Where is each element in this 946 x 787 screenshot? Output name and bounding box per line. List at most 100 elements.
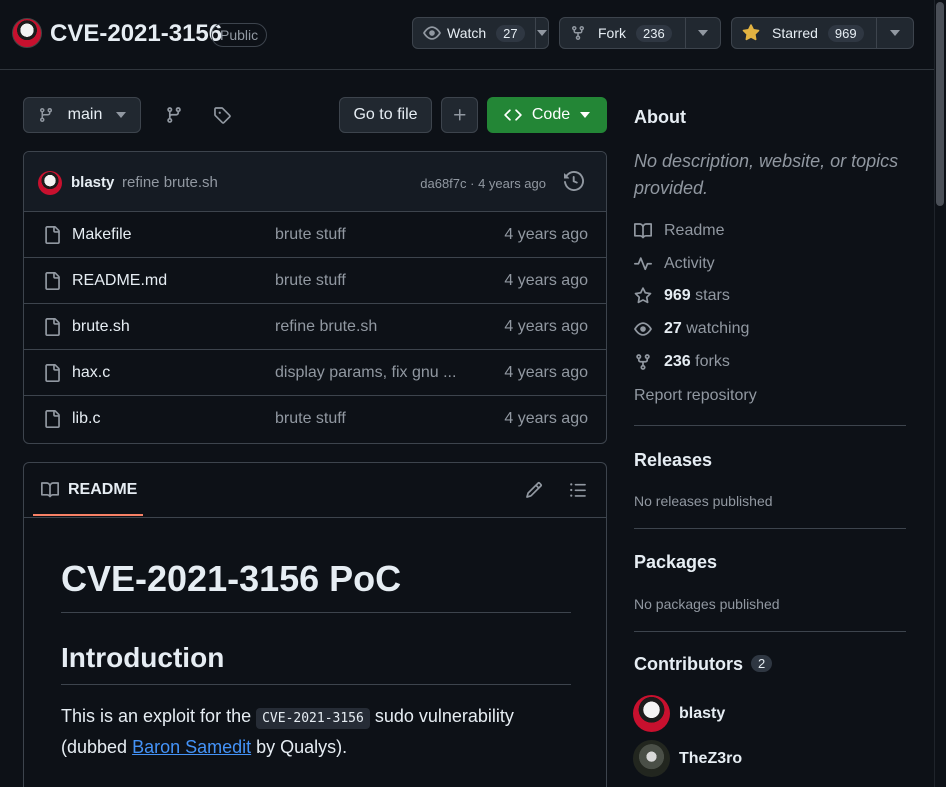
file-commit-time: 4 years ago xyxy=(504,272,588,289)
readme-link[interactable]: Readme xyxy=(634,222,724,240)
packages-heading[interactable]: Packages xyxy=(634,552,717,573)
contributor-item[interactable]: blasty xyxy=(633,695,725,732)
repo-title[interactable]: CVE-2021-3156 xyxy=(50,20,222,48)
about-heading: About xyxy=(634,107,686,127)
eye-icon xyxy=(634,320,652,338)
releases-heading[interactable]: Releases xyxy=(634,450,712,471)
commit-meta[interactable]: da68f7c · 4 years ago xyxy=(420,176,546,191)
chevron-down-icon[interactable] xyxy=(684,18,721,48)
activity-link-label: Activity xyxy=(664,255,715,272)
file-row[interactable]: Makefile brute stuff 4 years ago xyxy=(24,212,606,258)
repo-header: CVE-2021-3156 Public Watch 27 Fork 236 S… xyxy=(0,0,934,70)
readme-tabbar: README xyxy=(24,463,606,518)
tab-readme[interactable]: README xyxy=(41,481,137,499)
pencil-icon[interactable] xyxy=(525,481,543,499)
fork-count: 236 xyxy=(636,24,672,42)
divider xyxy=(634,528,906,529)
go-to-file-button[interactable]: Go to file xyxy=(339,97,432,133)
file-icon xyxy=(43,363,61,383)
history-icon[interactable] xyxy=(564,171,584,191)
chevron-down-icon[interactable] xyxy=(534,18,548,48)
watch-button[interactable]: Watch 27 xyxy=(412,17,549,49)
file-commit-message[interactable]: brute stuff xyxy=(275,272,346,290)
contributors-count: 2 xyxy=(750,655,773,672)
repo-forked-icon xyxy=(634,353,652,371)
plus-icon xyxy=(452,107,468,123)
activity-link[interactable]: Activity xyxy=(634,255,715,273)
commit-author-avatar[interactable] xyxy=(38,171,62,195)
file-name[interactable]: lib.c xyxy=(72,410,100,428)
page-scrollbar[interactable] xyxy=(934,0,946,787)
contributors-title: Contributors xyxy=(634,654,743,674)
list-unordered-icon[interactable] xyxy=(569,481,587,499)
code-button[interactable]: Code xyxy=(487,97,607,133)
file-commit-time: 4 years ago xyxy=(504,226,588,243)
contributor-name: TheZ3ro xyxy=(679,749,743,767)
git-branch-icon xyxy=(38,107,54,123)
add-file-button[interactable] xyxy=(441,97,478,133)
avatar xyxy=(633,740,670,777)
star-count: 969 xyxy=(827,24,864,42)
forks-count: 236 xyxy=(664,353,691,370)
watching-count: 27 xyxy=(664,320,682,337)
fork-button[interactable]: Fork 236 xyxy=(559,17,721,49)
baron-samedit-link[interactable]: Baron Samedit xyxy=(132,737,251,757)
readme-text: by Qualys). xyxy=(251,737,348,757)
watching-label: watching xyxy=(686,320,750,337)
stars-link[interactable]: 969 stars xyxy=(634,287,730,305)
file-commit-message[interactable]: brute stuff xyxy=(275,226,346,244)
eye-icon xyxy=(423,24,441,42)
forks-label: forks xyxy=(695,353,730,370)
readme-heading: CVE-2021-3156 PoC xyxy=(61,556,571,613)
file-commit-time: 4 years ago xyxy=(504,364,588,381)
branch-selector[interactable]: main xyxy=(23,97,141,133)
watch-label: Watch xyxy=(447,25,487,41)
readme-link-label: Readme xyxy=(664,222,725,239)
star-button[interactable]: Starred 969 xyxy=(731,17,914,49)
contributor-item[interactable]: TheZ3ro xyxy=(633,740,742,777)
readme-paragraph: This is an exploit for the CVE-2021-3156… xyxy=(61,702,571,761)
report-repository-link[interactable]: Report repository xyxy=(634,387,757,405)
file-list: blasty refine brute.sh da68f7c · 4 years… xyxy=(23,151,607,444)
file-commit-message[interactable]: display params, fix gnu ... xyxy=(275,364,456,382)
watching-link[interactable]: 27 watching xyxy=(634,320,749,338)
file-name[interactable]: hax.c xyxy=(72,364,110,382)
file-icon xyxy=(43,409,61,429)
watch-count: 27 xyxy=(496,24,525,42)
book-icon xyxy=(41,481,59,499)
triangle-down-icon xyxy=(580,112,591,118)
about-description: No description, website, or topics provi… xyxy=(634,151,899,198)
fork-label: Fork xyxy=(598,25,626,41)
file-row[interactable]: hax.c display params, fix gnu ... 4 year… xyxy=(24,350,606,396)
file-row[interactable]: README.md brute stuff 4 years ago xyxy=(24,258,606,304)
book-icon xyxy=(634,222,652,240)
file-name[interactable]: brute.sh xyxy=(72,318,130,336)
readme-text: This is an exploit for the xyxy=(61,706,257,726)
branches-icon[interactable] xyxy=(163,104,185,126)
file-row[interactable]: brute.sh refine brute.sh 4 years ago xyxy=(24,304,606,350)
file-name[interactable]: README.md xyxy=(72,272,167,290)
repo-owner-avatar[interactable] xyxy=(12,18,42,48)
chevron-down-icon[interactable] xyxy=(876,18,913,48)
forks-link[interactable]: 236 forks xyxy=(634,353,730,371)
contributors-heading[interactable]: Contributors 2 xyxy=(634,654,773,675)
file-commit-time: 4 years ago xyxy=(504,318,588,335)
readme-tab-label: README xyxy=(68,481,138,498)
file-name[interactable]: Makefile xyxy=(72,226,132,244)
file-icon xyxy=(43,225,61,245)
divider xyxy=(634,631,906,632)
star-icon xyxy=(634,287,652,305)
avatar xyxy=(633,695,670,732)
file-commit-message[interactable]: refine brute.sh xyxy=(275,318,377,336)
file-commit-message[interactable]: brute stuff xyxy=(275,410,346,428)
triangle-down-icon xyxy=(116,112,127,118)
tag-icon[interactable] xyxy=(211,104,233,126)
star-label: Starred xyxy=(772,25,818,41)
scrollbar-thumb[interactable] xyxy=(936,2,944,206)
file-row[interactable]: lib.c brute stuff 4 years ago xyxy=(24,396,606,442)
commit-message[interactable]: refine brute.sh xyxy=(122,174,218,191)
readme-subheading: Introduction xyxy=(61,640,571,685)
visibility-badge: Public xyxy=(211,23,268,47)
latest-commit-bar: blasty refine brute.sh da68f7c · 4 years… xyxy=(24,152,606,212)
commit-author[interactable]: blasty xyxy=(71,174,114,191)
